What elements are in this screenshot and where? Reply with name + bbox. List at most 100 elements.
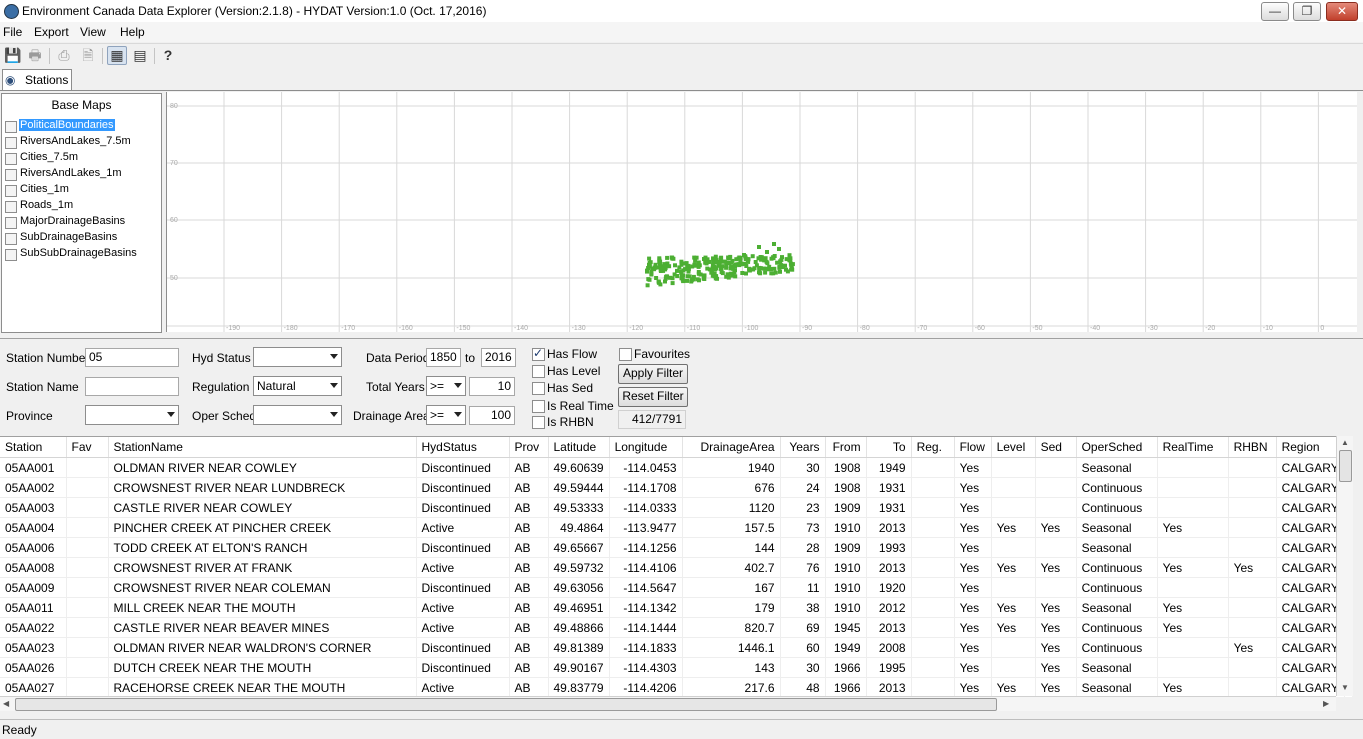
reset-filter-button[interactable]: Reset Filter — [618, 387, 688, 407]
scroll-down-icon[interactable]: ▼ — [1341, 683, 1349, 692]
maximize-button[interactable]: ❐ — [1293, 2, 1321, 21]
station-point[interactable] — [656, 279, 661, 284]
station-point[interactable] — [740, 271, 745, 275]
station-point[interactable] — [730, 266, 735, 271]
station-point[interactable] — [744, 271, 748, 276]
table-row[interactable]: 05AA011 MILL CREEK NEAR THE MOUTH Active AB… — [0, 597, 1345, 618]
station-point[interactable] — [727, 256, 731, 260]
station-point[interactable] — [711, 267, 716, 272]
station-point[interactable] — [780, 255, 784, 260]
station-point[interactable] — [722, 259, 727, 264]
station-point[interactable] — [647, 277, 652, 282]
column-header[interactable]: Years — [780, 437, 826, 458]
station-point[interactable] — [719, 266, 724, 271]
station-point[interactable] — [685, 278, 689, 283]
base-map-checkbox[interactable] — [5, 137, 17, 149]
station-point[interactable] — [657, 259, 662, 264]
column-header[interactable]: Flow — [954, 437, 992, 458]
column-header[interactable]: Station — [0, 437, 67, 458]
station-points[interactable] — [645, 242, 795, 288]
station-point[interactable] — [654, 276, 659, 280]
station-point[interactable] — [693, 258, 698, 263]
table-row[interactable]: 05AA009 CROWSNEST RIVER NEAR COLEMAN Disco… — [0, 577, 1345, 598]
station-point[interactable] — [736, 256, 741, 261]
station-point[interactable] — [665, 255, 670, 260]
station-point[interactable] — [645, 268, 649, 273]
data-period-from-input[interactable]: 1850 — [426, 348, 461, 367]
column-header[interactable]: OperSched — [1076, 437, 1158, 458]
station-point[interactable] — [679, 269, 683, 274]
table-row[interactable]: 05AA006 TODD CREEK AT ELTON'S RANCH Discon… — [0, 537, 1345, 558]
total-years-op-select[interactable]: >= — [426, 376, 466, 396]
station-point[interactable] — [714, 260, 719, 265]
station-point[interactable] — [670, 255, 675, 260]
column-header[interactable]: HydStatus — [416, 437, 510, 458]
print-icon[interactable]: 🖶 — [25, 46, 45, 65]
station-point[interactable] — [692, 262, 697, 267]
station-point[interactable] — [647, 261, 652, 265]
stations-grid[interactable]: Station Fav StationName HydStatus Prov Latitu… — [0, 436, 1352, 697]
table-row[interactable]: 05AA001 OLDMAN RIVER NEAR COWLEY Discontin… — [0, 457, 1345, 478]
station-point[interactable] — [691, 277, 696, 282]
table-row[interactable]: 05AA008 CROWSNEST RIVER AT FRANK Active AB 4… — [0, 557, 1345, 578]
base-map-checkbox[interactable] — [5, 233, 17, 245]
map-canvas[interactable]: 80 70 60 50 -190 -180 -170 -160 -150 -140 -130 -120… — [167, 92, 1357, 332]
tab-stations[interactable]: ◉ Stations — [2, 69, 72, 90]
station-point[interactable] — [696, 271, 701, 276]
station-point[interactable] — [762, 266, 766, 271]
station-point[interactable] — [750, 254, 755, 259]
station-point[interactable] — [757, 270, 761, 275]
table-row[interactable]: 05AA003 CASTLE RIVER NEAR COWLEY Discontin… — [0, 497, 1345, 518]
scroll-up-icon[interactable]: ▲ — [1341, 438, 1349, 447]
station-point[interactable] — [686, 269, 691, 274]
print-preview-icon[interactable]: ⎙ — [54, 46, 74, 65]
station-point[interactable] — [775, 260, 780, 265]
station-point[interactable] — [772, 242, 776, 246]
column-header[interactable]: StationName — [108, 437, 417, 458]
station-point[interactable] — [740, 262, 744, 267]
column-header[interactable]: Fav — [66, 437, 109, 458]
apply-filter-button[interactable]: Apply Filter — [618, 364, 688, 384]
table-row[interactable]: 05AA026 DUTCH CREEK NEAR THE MOUTH Discont… — [0, 657, 1345, 678]
table-row[interactable]: 05AA002 CROWSNEST RIVER NEAR LUNDBRECK Dis… — [0, 477, 1345, 498]
column-header[interactable]: Prov — [509, 437, 549, 458]
station-point[interactable] — [759, 257, 764, 262]
table-row[interactable]: 05AA023 OLDMAN RIVER NEAR WALDRON'S CORNE… — [0, 637, 1345, 658]
column-header[interactable]: RealTime — [1157, 437, 1229, 458]
base-map-checkbox[interactable] — [5, 249, 17, 261]
station-point[interactable] — [724, 274, 729, 279]
station-point[interactable] — [732, 270, 737, 275]
station-map[interactable]: 80 70 60 50 -190 -180 -170 -160 -150 -140 -130 -120… — [166, 92, 1357, 332]
station-point[interactable] — [683, 267, 687, 272]
base-map-checkbox[interactable] — [5, 153, 17, 165]
menu-help[interactable]: Help — [120, 25, 145, 39]
regulation-select[interactable]: Natural — [253, 376, 342, 396]
column-header[interactable]: Longitude — [609, 437, 683, 458]
column-header[interactable]: RHBN — [1228, 437, 1277, 458]
minimize-button[interactable]: — — [1261, 2, 1289, 21]
station-point[interactable] — [729, 260, 734, 265]
station-point[interactable] — [685, 274, 690, 279]
menu-file[interactable]: File — [3, 25, 22, 39]
station-point[interactable] — [645, 283, 650, 288]
station-point[interactable] — [777, 264, 782, 269]
station-point[interactable] — [670, 281, 675, 286]
vertical-scrollbar[interactable]: ▲ ▼ — [1336, 436, 1353, 696]
station-point[interactable] — [697, 278, 701, 283]
province-select[interactable] — [85, 405, 179, 425]
oper-sched-select[interactable] — [253, 405, 342, 425]
menu-view[interactable]: View — [80, 25, 106, 39]
station-point[interactable] — [703, 260, 708, 265]
column-header[interactable]: Sed — [1035, 437, 1077, 458]
save-icon[interactable]: 💾 — [3, 46, 23, 65]
drainage-area-op-select[interactable]: >= — [426, 405, 466, 425]
scroll-left-icon[interactable]: ◀ — [3, 699, 9, 708]
station-point[interactable] — [675, 268, 679, 273]
station-point[interactable] — [787, 258, 792, 263]
column-header[interactable]: To — [866, 437, 912, 458]
base-map-checkbox[interactable] — [5, 169, 17, 181]
station-point[interactable] — [664, 264, 669, 269]
station-point[interactable] — [757, 245, 761, 249]
station-point[interactable] — [647, 256, 652, 261]
menu-export[interactable]: Export — [34, 25, 69, 39]
